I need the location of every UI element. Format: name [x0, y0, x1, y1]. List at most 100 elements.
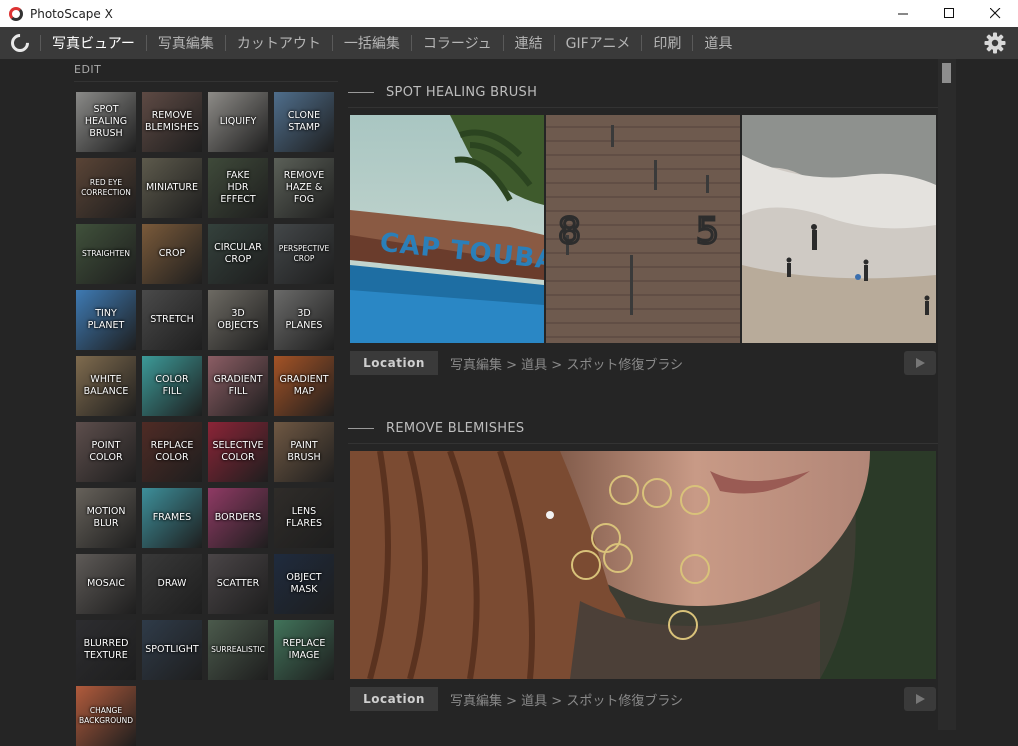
tool-tile-label: PAINT BRUSH: [287, 440, 321, 463]
menu-print[interactable]: 印刷: [642, 27, 692, 59]
tool-tile-label: REMOVE HAZE & FOG: [283, 170, 325, 205]
tool-tile-label: STRETCH: [150, 314, 194, 325]
section-heading: SPOT HEALING BRUSH: [386, 85, 538, 100]
menu-batch-edit[interactable]: 一括編集: [333, 27, 411, 59]
section-title-remove-blemishes: REMOVE BLEMISHES: [348, 421, 524, 436]
right-margin: [956, 59, 1018, 730]
svg-text:5: 5: [696, 211, 719, 252]
tool-tile[interactable]: STRAIGHTEN: [76, 224, 136, 284]
settings-button[interactable]: [984, 32, 1006, 54]
preview-image-portrait: [350, 451, 936, 679]
tool-tile-label: MOTION BLUR: [86, 506, 126, 529]
tool-tile[interactable]: BLURRED TEXTURE: [76, 620, 136, 680]
menu-combine[interactable]: 連結: [504, 27, 554, 59]
home-logo-icon[interactable]: [0, 27, 40, 59]
tool-tile-label: SELECTIVE COLOR: [212, 440, 264, 463]
tool-tile[interactable]: OBJECT MASK: [274, 554, 334, 614]
tool-grid: SPOT HEALING BRUSH REMOVE BLEMISHES LIQUIF…: [76, 92, 340, 746]
preview-image-beach: [742, 115, 936, 343]
location-button[interactable]: Location: [350, 351, 438, 375]
tool-tile-label: SPOT HEALING BRUSH: [84, 104, 128, 139]
tool-tile[interactable]: FAKE HDR EFFECT: [208, 158, 268, 218]
play-video-button[interactable]: [904, 687, 936, 711]
section-title-spot-healing: SPOT HEALING BRUSH: [348, 85, 537, 100]
tool-tile[interactable]: FRAMES: [142, 488, 202, 548]
tool-tile[interactable]: 3D OBJECTS: [208, 290, 268, 350]
play-video-button[interactable]: [904, 351, 936, 375]
section-rule: [348, 443, 938, 444]
tool-tile[interactable]: REPLACE COLOR: [142, 422, 202, 482]
tool-tile[interactable]: MOSAIC: [76, 554, 136, 614]
menu-gif-animation[interactable]: GIFアニメ: [555, 27, 642, 59]
scrollbar-thumb[interactable]: [942, 63, 951, 83]
tool-tile[interactable]: SELECTIVE COLOR: [208, 422, 268, 482]
play-icon: [916, 358, 925, 368]
vertical-scrollbar[interactable]: [938, 59, 956, 730]
tool-tile[interactable]: LIQUIFY: [208, 92, 268, 152]
tool-tile[interactable]: GRADIENT FILL: [208, 356, 268, 416]
tool-tile[interactable]: CROP: [142, 224, 202, 284]
menu-collage[interactable]: コラージュ: [412, 27, 503, 59]
remove-blemishes-preview-images: [350, 451, 936, 679]
window-controls: [880, 0, 1018, 27]
tool-tile-label: LENS FLARES: [285, 506, 323, 529]
tool-tile[interactable]: 3D PLANES: [274, 290, 334, 350]
tool-tile[interactable]: REPLACE IMAGE: [274, 620, 334, 680]
tool-tile-label: REPLACE COLOR: [150, 440, 194, 463]
preview-image-boat: CAP TOUBA: [350, 115, 544, 343]
tool-tile[interactable]: CIRCULAR CROP: [208, 224, 268, 284]
edit-heading-rule: [74, 81, 338, 82]
tool-tile[interactable]: PERSPECTIVE CROP: [274, 224, 334, 284]
menu-cutout[interactable]: カットアウト: [226, 27, 332, 59]
tool-tile[interactable]: SPOT HEALING BRUSH: [76, 92, 136, 152]
tool-tile[interactable]: WHITE BALANCE: [76, 356, 136, 416]
tool-tile-label: SCATTER: [216, 578, 260, 589]
tool-tile-label: 3D OBJECTS: [217, 308, 259, 331]
tool-tile[interactable]: TINY PLANET: [76, 290, 136, 350]
section-rule: [348, 107, 938, 108]
tool-tile[interactable]: REMOVE BLEMISHES: [142, 92, 202, 152]
tool-tile[interactable]: SCATTER: [208, 554, 268, 614]
minimize-button[interactable]: [880, 0, 926, 27]
tool-tile-label: CLONE STAMP: [287, 110, 321, 133]
maximize-icon: [943, 8, 954, 18]
tool-tile[interactable]: RED EYE CORRECTION: [76, 158, 136, 218]
spot-healing-preview-images: CAP TOUBA 8 5: [350, 115, 936, 343]
tool-tile[interactable]: BORDERS: [208, 488, 268, 548]
tool-tile[interactable]: COLOR FILL: [142, 356, 202, 416]
tool-tile-label: POINT COLOR: [89, 440, 123, 463]
close-button[interactable]: [972, 0, 1018, 27]
menu-photo-viewer[interactable]: 写真ビュアー: [41, 27, 146, 59]
menu-tools[interactable]: 道具: [693, 27, 743, 59]
menu-photo-editor[interactable]: 写真編集: [147, 27, 225, 59]
tool-tile[interactable]: SPOTLIGHT: [142, 620, 202, 680]
tool-tile[interactable]: STRETCH: [142, 290, 202, 350]
tool-tile[interactable]: PAINT BRUSH: [274, 422, 334, 482]
tool-tile-label: GRADIENT FILL: [213, 374, 263, 397]
tool-tile[interactable]: DRAW: [142, 554, 202, 614]
tool-tile[interactable]: REMOVE HAZE & FOG: [274, 158, 334, 218]
tool-tile-label: STRAIGHTEN: [82, 249, 130, 258]
tool-tile[interactable]: MINIATURE: [142, 158, 202, 218]
tool-tile[interactable]: LENS FLARES: [274, 488, 334, 548]
section-heading: REMOVE BLEMISHES: [386, 421, 525, 436]
location-button[interactable]: Location: [350, 687, 438, 711]
tool-tile-label: REPLACE IMAGE: [282, 638, 326, 661]
maximize-button[interactable]: [926, 0, 972, 27]
tool-tile[interactable]: POINT COLOR: [76, 422, 136, 482]
tool-tile[interactable]: SURREALISTIC: [208, 620, 268, 680]
tool-tile-label: SURREALISTIC: [211, 645, 265, 654]
tool-tile-label: 3D PLANES: [285, 308, 323, 331]
tool-tile[interactable]: GRADIENT MAP: [274, 356, 334, 416]
tool-tile-label: LIQUIFY: [219, 116, 257, 127]
tool-tile[interactable]: CHANGE BACKGROUND: [76, 686, 136, 746]
edit-heading: EDIT: [74, 63, 102, 76]
tool-tile-label: TINY PLANET: [87, 308, 125, 331]
gear-icon: [984, 32, 1006, 54]
title-bar: PhotoScape X: [0, 0, 1018, 27]
tool-tile-label: BORDERS: [214, 512, 262, 523]
svg-text:8: 8: [558, 211, 581, 252]
tool-tile[interactable]: CLONE STAMP: [274, 92, 334, 152]
tool-tile[interactable]: MOTION BLUR: [76, 488, 136, 548]
tool-tile-label: SPOTLIGHT: [145, 644, 199, 655]
